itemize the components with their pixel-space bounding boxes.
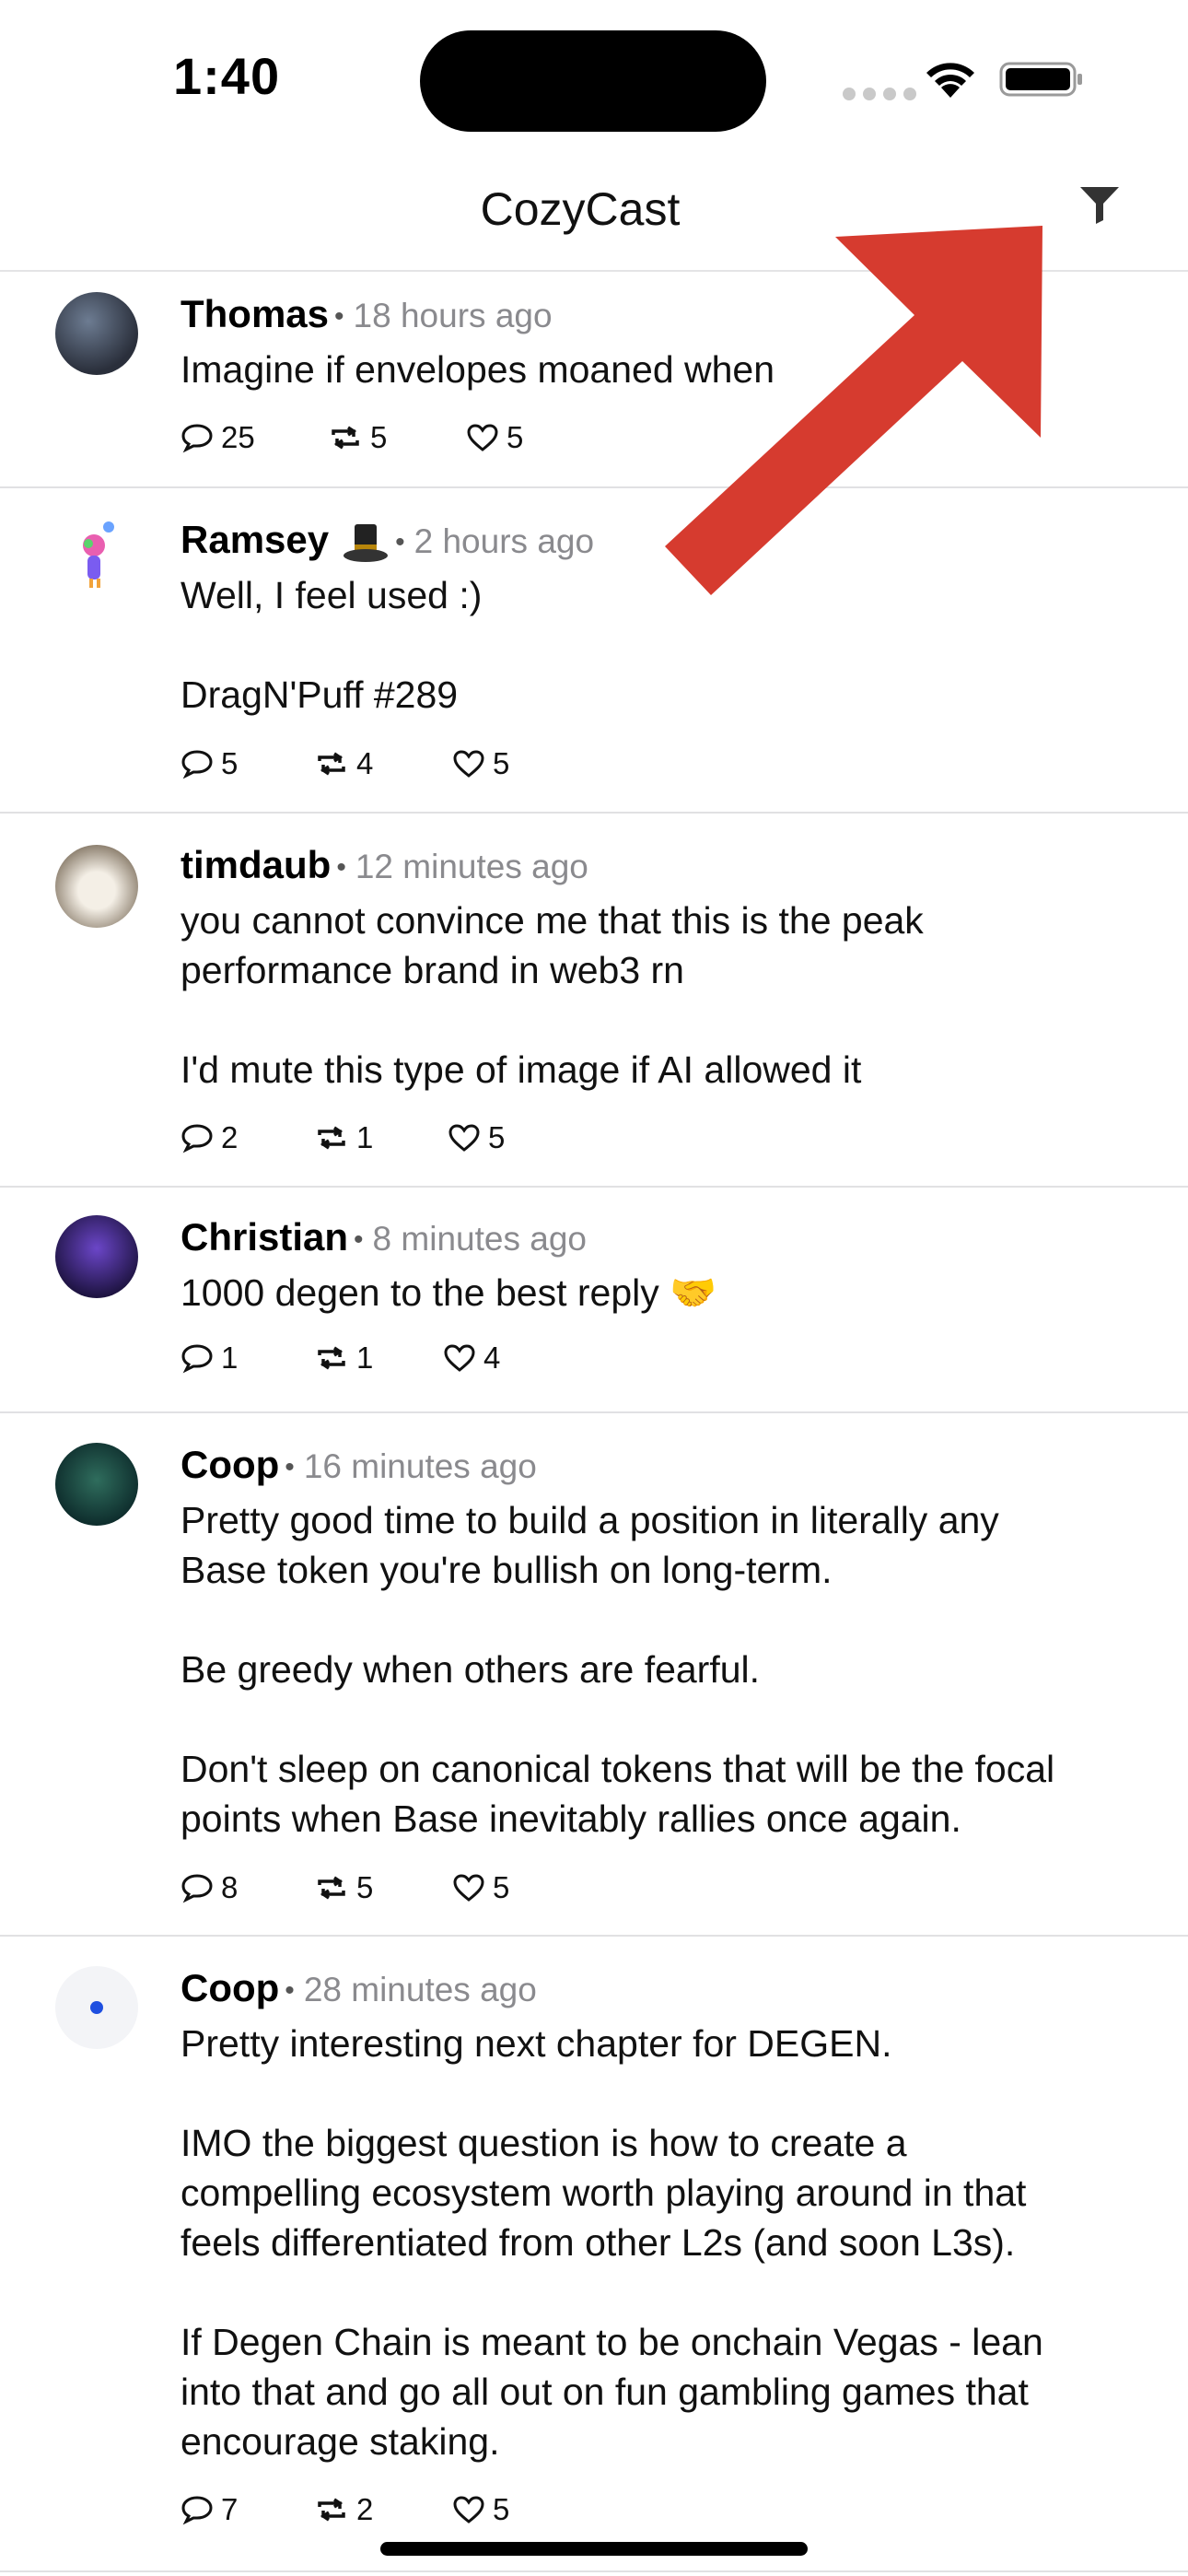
cast-item[interactable]: timdaub • 12 minutes ago you cannot convin…: [0, 814, 1188, 1188]
avatar[interactable]: [55, 516, 138, 599]
cast-item[interactable]: Thomas • 18 hours ago Imagine if envelopes…: [0, 272, 1188, 488]
dynamic-island: [420, 30, 766, 132]
cast-text: Pretty good time to build a position in …: [181, 1498, 1055, 1840]
like-count: 5: [488, 1120, 506, 1154]
cast-feed: Thomas • 18 hours ago Imagine if envelopes…: [0, 272, 1188, 2572]
top-hat-icon: [344, 523, 389, 562]
wifi-icon: [926, 63, 974, 98]
status-bar: 1:40: [0, 0, 1188, 147]
recast-count: 5: [370, 420, 388, 454]
recast-icon: [318, 1346, 345, 1370]
avatar[interactable]: [55, 1966, 138, 2049]
like-count: 5: [493, 746, 510, 780]
recast-count: 5: [356, 1870, 374, 1904]
avatar[interactable]: [55, 1215, 138, 1298]
cast-item[interactable]: Christian • 8 minutes ago 1000 degen to th…: [0, 1188, 1188, 1413]
like-button[interactable]: 5: [448, 1120, 505, 1155]
like-count: 4: [483, 1341, 501, 1375]
status-time: 1:40: [173, 47, 281, 105]
reply-button[interactable]: 7: [181, 2492, 314, 2527]
reply-button[interactable]: 8: [181, 1870, 314, 1905]
cast-text: Pretty interesting next chapter for DEGE…: [181, 2021, 1043, 2463]
author-name[interactable]: timdaub: [181, 843, 331, 886]
recast-button[interactable]: 5: [328, 420, 466, 455]
heart-icon: [467, 424, 498, 451]
app-title: CozyCast: [480, 183, 681, 235]
post-time: 28 minutes ago: [303, 1971, 537, 2008]
recast-button[interactable]: 2: [314, 2492, 452, 2527]
cast-text: you cannot convince me that this is the …: [181, 898, 924, 1091]
cast-item[interactable]: Coop • 28 minutes ago Pretty interesting n…: [0, 1937, 1188, 2572]
heart-icon: [444, 1344, 475, 1372]
heart-icon: [453, 750, 484, 778]
reply-icon: [181, 2496, 213, 2525]
heart-icon: [448, 1124, 480, 1152]
post-time: 16 minutes ago: [303, 1447, 537, 1485]
reply-count: 8: [221, 1870, 239, 1904]
battery-icon: [999, 62, 1082, 97]
author-name[interactable]: Thomas: [181, 292, 329, 335]
reply-icon: [181, 1874, 213, 1903]
recast-icon: [318, 1876, 345, 1900]
reply-icon: [181, 750, 213, 779]
reply-button[interactable]: 1: [181, 1341, 314, 1376]
like-count: 5: [493, 1870, 510, 1904]
post-time: 12 minutes ago: [355, 848, 588, 885]
author-name[interactable]: Coop: [181, 1966, 279, 2009]
post-time: 2 hours ago: [413, 522, 595, 560]
recast-count: 2: [356, 2492, 374, 2526]
recast-count: 4: [356, 746, 374, 780]
recast-count: 1: [356, 1341, 374, 1375]
heart-icon: [453, 1874, 484, 1902]
post-time: 18 hours ago: [353, 297, 553, 334]
filter-icon: [1080, 187, 1119, 224]
like-count: 5: [507, 420, 524, 454]
cellular-signal-icon: [843, 88, 916, 100]
filter-button[interactable]: [1068, 173, 1131, 236]
cast-text: Well, I feel used :) DragN'Puff #289: [181, 573, 483, 716]
reply-button[interactable]: 5: [181, 746, 314, 781]
author-name[interactable]: Christian: [181, 1215, 348, 1259]
post-time: 8 minutes ago: [372, 1220, 587, 1258]
author-name[interactable]: Coop: [181, 1443, 279, 1486]
recast-icon: [318, 2498, 345, 2522]
author-name[interactable]: Ramsey: [181, 518, 329, 561]
reply-icon: [181, 424, 213, 453]
reply-icon: [181, 1124, 213, 1153]
avatar[interactable]: [55, 845, 138, 928]
cast-item[interactable]: Ramsey • 2 hours ago Well, I feel used :) …: [0, 488, 1188, 814]
recast-button[interactable]: 4: [314, 746, 452, 781]
recast-icon: [332, 426, 359, 450]
recast-button[interactable]: 1: [314, 1341, 443, 1376]
recast-count: 1: [356, 1120, 374, 1154]
reply-count: 7: [221, 2492, 239, 2526]
recast-button[interactable]: 5: [314, 1870, 452, 1905]
recast-icon: [318, 1126, 345, 1150]
reply-count: 1: [221, 1341, 239, 1375]
like-count: 5: [493, 2492, 510, 2526]
recast-icon: [318, 752, 345, 776]
cast-item[interactable]: Coop • 16 minutes ago Pretty good time to …: [0, 1413, 1188, 1937]
recast-button[interactable]: 1: [314, 1120, 448, 1155]
reply-count: 25: [221, 420, 255, 454]
like-button[interactable]: 5: [466, 420, 523, 455]
reply-button[interactable]: 2: [181, 1120, 314, 1155]
reply-count: 2: [221, 1120, 239, 1154]
reply-icon: [181, 1344, 213, 1374]
nav-header: CozyCast: [0, 147, 1188, 272]
cast-text: 1000 degen to the best reply 🤝: [181, 1270, 717, 1314]
reply-count: 5: [221, 746, 239, 780]
like-button[interactable]: 5: [452, 746, 509, 781]
like-button[interactable]: 4: [443, 1341, 500, 1376]
home-indicator[interactable]: [380, 2542, 808, 2556]
like-button[interactable]: 5: [452, 1870, 509, 1905]
avatar[interactable]: [55, 1443, 138, 1526]
like-button[interactable]: 5: [452, 2492, 509, 2527]
reply-button[interactable]: 25: [181, 420, 328, 455]
avatar[interactable]: [55, 292, 138, 375]
cast-text: Imagine if envelopes moaned when: [181, 347, 775, 391]
heart-icon: [453, 2496, 484, 2523]
